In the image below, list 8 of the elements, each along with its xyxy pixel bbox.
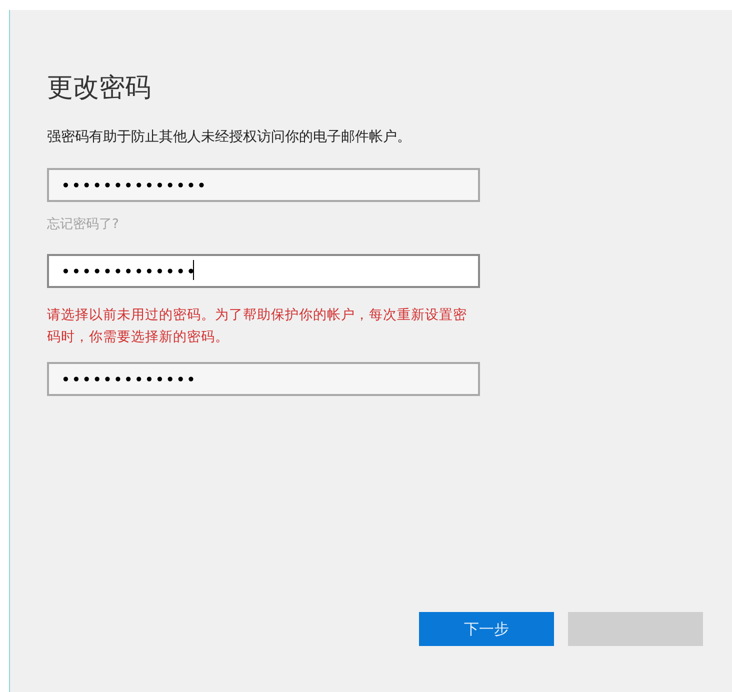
dialog-title: 更改密码 (47, 72, 152, 105)
password-field[interactable]: •••••••••••••• (47, 168, 480, 202)
secondary-button[interactable] (568, 612, 703, 646)
next-button[interactable]: 下一步 (419, 612, 554, 646)
error-message: 请选择以前未用过的密码。为了帮助保护你的帐户，每次重新设置密码时，你需要选择新的密码。 (47, 306, 468, 347)
password-field[interactable]: ••••••••••••• (47, 254, 480, 288)
description-text: 强密码有助于防止其他人未经授权访问你的电子邮件帐户。 (47, 128, 412, 147)
password-field[interactable]: ••••••••••••• (47, 362, 480, 396)
